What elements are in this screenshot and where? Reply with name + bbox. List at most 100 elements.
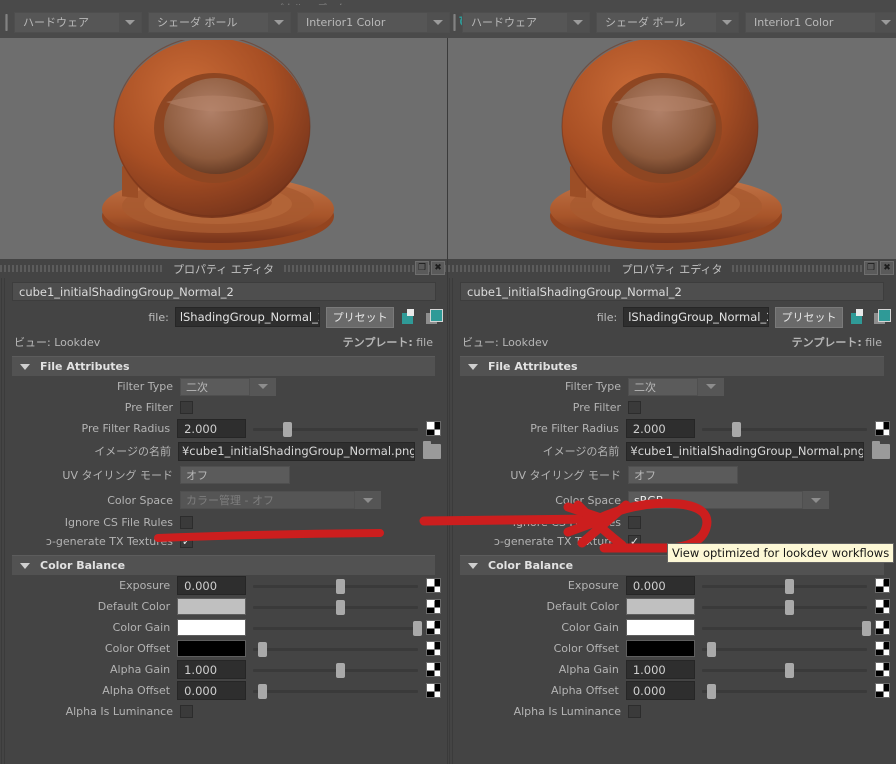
pre-filter-checkbox[interactable] [180,401,193,414]
preset-button-left[interactable]: プリセット [326,306,395,328]
map-checker-icon[interactable] [426,662,441,677]
section-file-attributes-left[interactable]: File Attributes [12,356,435,376]
color-swatch[interactable] [625,598,695,615]
map-checker-icon[interactable] [875,662,890,677]
color-swatch[interactable] [177,598,246,615]
file-value-right[interactable]: lShadingGroup_Normal_2 [623,307,769,327]
ignore-cs-checkbox[interactable] [628,516,641,529]
new-tab-icon[interactable] [402,309,417,325]
filter-type-value[interactable]: 二次 [180,377,250,396]
map-checker-icon[interactable] [426,641,441,656]
object-dropdown-right[interactable]: シェーダ ボール [596,11,739,33]
folder-icon[interactable] [872,440,890,459]
node-name-field-right[interactable]: cube1_initialShadingGroup_Normal_2 [460,282,884,301]
numeric-field[interactable]: 1.000 [177,660,246,679]
map-checker-icon[interactable] [426,578,441,593]
color-swatch[interactable] [625,640,695,657]
chevron-down-icon [119,12,141,32]
chevron-down-icon[interactable] [355,491,381,509]
map-checker-icon[interactable] [426,620,441,635]
image-name-value[interactable]: ¥cube1_initialShadingGroup_Normal.png [177,441,415,461]
color-balance-row: Alpha Gain 1.000 [460,659,890,680]
pre-filter-radius-label: Pre Filter Radius [81,422,171,435]
color-balance-slider[interactable] [253,577,418,595]
new-tab-icon[interactable] [850,309,867,325]
color-balance-slider[interactable] [702,661,867,679]
chevron-down-icon[interactable] [250,377,276,396]
color-space-value[interactable]: カラー管理 - オフ [180,491,355,509]
section-color-balance-left[interactable]: Color Balance [12,555,435,575]
map-checker-icon[interactable] [875,599,890,614]
map-checker-icon[interactable] [875,641,890,656]
uv-tiling-value[interactable]: オフ [180,466,290,484]
left-render-view[interactable] [0,38,448,259]
pre-filter-radius-slider[interactable] [702,420,867,438]
auto-tx-checkbox[interactable]: ✓ [180,535,193,548]
color-space-value[interactable]: sRGB [628,491,803,509]
pre-filter-radius-value[interactable]: 2.000 [625,419,695,438]
restore-icon[interactable]: ❐ [864,261,878,275]
auto-tx-checkbox[interactable]: ✓ [628,535,641,548]
color-swatch[interactable] [177,619,246,636]
right-render-view[interactable] [448,38,896,259]
ignore-cs-checkbox[interactable] [180,516,193,529]
section-file-attributes-right[interactable]: File Attributes [460,356,884,376]
image-name-value[interactable]: ¥cube1_initialShadingGroup_Normal.png [626,441,864,461]
restore-icon[interactable]: ❐ [415,261,429,275]
map-checker-icon[interactable] [875,620,890,635]
color-balance-label: Exposure [567,579,619,592]
object-dropdown-left[interactable]: シェーダ ボール [148,11,291,33]
numeric-field[interactable]: 0.000 [625,576,695,595]
preset-button-right[interactable]: プリセット [774,306,843,328]
copy-icon[interactable] [874,309,891,325]
chevron-down-icon[interactable] [698,377,724,396]
file-value-left[interactable]: lShadingGroup_Normal_2 [174,307,321,327]
map-checker-icon[interactable] [875,683,890,698]
numeric-field[interactable]: 0.000 [177,576,246,595]
renderer-value-right: ハードウェア [471,15,537,29]
panel-title-left: プロパティ エディタ [163,260,284,277]
map-checker-icon[interactable] [426,599,441,614]
color-balance-slider[interactable] [702,598,867,616]
numeric-field[interactable]: 1.000 [625,660,695,679]
map-checker-icon[interactable] [426,421,441,436]
toolbar-grip-left[interactable] [2,12,11,32]
folder-icon[interactable] [423,440,441,459]
numeric-field[interactable]: 0.000 [177,681,246,700]
pre-filter-radius-slider[interactable] [253,420,418,438]
alpha-is-luminance-checkbox[interactable] [180,705,193,718]
color-balance-slider[interactable] [702,577,867,595]
numeric-field[interactable]: 0.000 [625,681,695,700]
color-balance-slider[interactable] [702,640,867,658]
color-balance-slider[interactable] [253,661,418,679]
renderer-dropdown-left[interactable]: ハードウェア [14,11,142,33]
color-balance-slider[interactable] [253,598,418,616]
pre-filter-checkbox[interactable] [628,401,641,414]
pre-filter-radius-value[interactable]: 2.000 [177,419,246,438]
toolbar-grip-right[interactable] [450,12,459,32]
map-checker-icon[interactable] [426,683,441,698]
node-name-field-left[interactable]: cube1_initialShadingGroup_Normal_2 [12,282,436,301]
close-icon[interactable]: ✖ [431,261,445,275]
lighting-dropdown-right[interactable]: Interior1 Color [745,11,896,33]
renderer-dropdown-right[interactable]: ハードウェア [462,11,590,33]
color-swatch[interactable] [177,640,246,657]
close-icon[interactable]: ✖ [880,261,894,275]
color-balance-slider[interactable] [702,682,867,700]
filter-type-value[interactable]: 二次 [628,377,698,396]
copy-icon[interactable] [425,309,444,325]
alpha-is-luminance-checkbox[interactable] [628,705,641,718]
color-balance-slider[interactable] [253,619,423,637]
map-checker-icon[interactable] [875,578,890,593]
lighting-dropdown-left[interactable]: Interior1 Color [297,11,450,33]
color-balance-row: Alpha Is Luminance [12,701,441,722]
file-row-left: file: lShadingGroup_Normal_2 プリセット [6,306,444,328]
color-balance-slider[interactable] [702,619,872,637]
color-balance-slider[interactable] [253,682,418,700]
uv-tiling-value[interactable]: オフ [628,466,738,484]
color-swatch[interactable] [625,619,695,636]
color-balance-slider[interactable] [253,640,418,658]
filter-type-row-right: Filter Type 二次 [460,376,890,397]
map-checker-icon[interactable] [875,421,890,436]
chevron-down-icon[interactable] [803,491,829,509]
